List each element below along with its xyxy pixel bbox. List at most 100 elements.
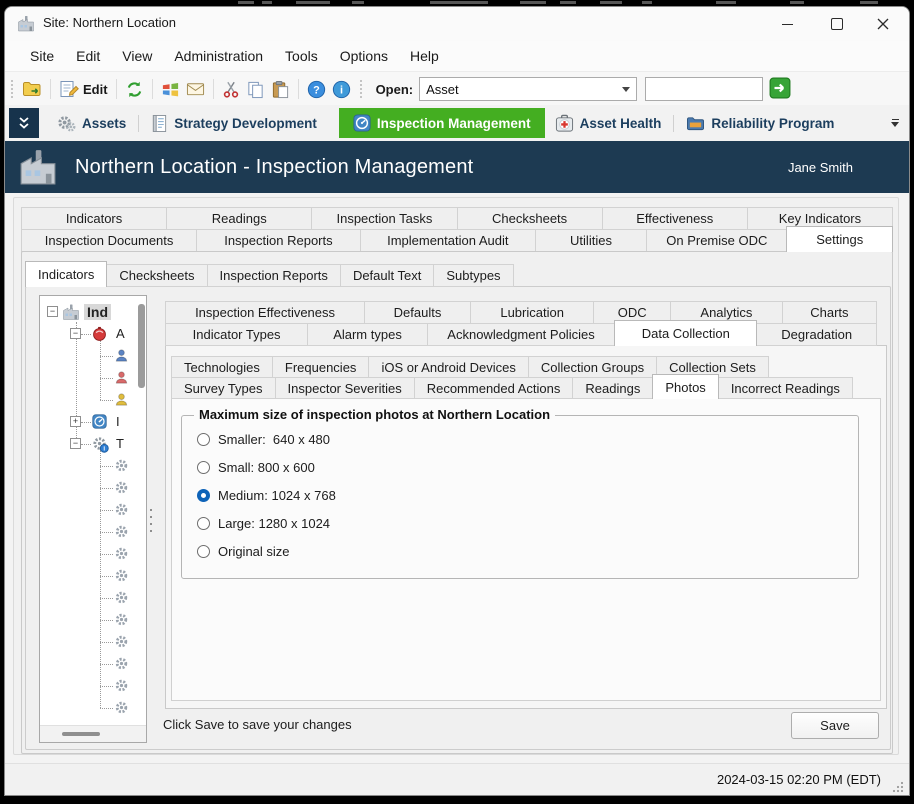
send-icon[interactable] xyxy=(183,79,208,99)
tab-indicator-types[interactable]: Indicator Types xyxy=(165,323,308,346)
tree-item[interactable] xyxy=(40,544,146,564)
tab-collection-groups[interactable]: Collection Groups xyxy=(528,356,657,378)
tab-inspection-effectiveness[interactable]: Inspection Effectiveness xyxy=(165,301,365,324)
open-type-select[interactable]: Asset xyxy=(419,77,637,101)
info-icon[interactable]: i xyxy=(329,78,354,101)
refresh-icon[interactable] xyxy=(122,78,147,101)
tab-inspection-reports[interactable]: Inspection Reports xyxy=(207,264,341,287)
tree-item[interactable] xyxy=(40,500,146,520)
tree-item[interactable]: −A xyxy=(40,324,146,344)
tab-charts[interactable]: Charts xyxy=(782,301,877,324)
radio-icon[interactable] xyxy=(197,517,210,530)
tree-item[interactable]: −iT xyxy=(40,434,146,454)
tabbar-overflow-button[interactable] xyxy=(891,119,899,127)
tab-lubrication[interactable]: Lubrication xyxy=(470,301,594,324)
collapse-chevrons-icon[interactable] xyxy=(9,108,39,138)
radio-option-smaller-640-x-480[interactable]: Smaller: 640 x 480 xyxy=(197,430,330,448)
tab-readings[interactable]: Readings xyxy=(166,207,312,230)
minimize-button[interactable] xyxy=(765,7,809,41)
tab-acknowledgment-policies[interactable]: Acknowledgment Policies xyxy=(427,323,615,346)
tab-utilities[interactable]: Utilities xyxy=(535,229,647,252)
tree-item[interactable]: −Ind xyxy=(40,302,146,322)
radio-option-small-800-x-600[interactable]: Small: 800 x 600 xyxy=(197,458,315,476)
tree-vscrollbar-thumb[interactable] xyxy=(138,304,145,388)
tab-inspector-severities[interactable]: Inspector Severities xyxy=(275,377,415,399)
tab-degradation[interactable]: Degradation xyxy=(756,323,877,346)
radio-icon[interactable] xyxy=(197,461,210,474)
resize-grip-icon[interactable] xyxy=(892,781,904,793)
menu-view[interactable]: View xyxy=(111,44,163,68)
tree-item[interactable] xyxy=(40,368,146,388)
tab-alarm-types[interactable]: Alarm types xyxy=(307,323,428,346)
collapse-box-icon[interactable]: − xyxy=(70,328,81,339)
windows-icon[interactable] xyxy=(158,78,183,101)
tab-readings[interactable]: Readings xyxy=(572,377,653,399)
tab-defaults[interactable]: Defaults xyxy=(364,301,471,324)
tab-on-premise-odc[interactable]: On Premise ODC xyxy=(646,229,787,252)
save-button[interactable]: Save xyxy=(791,712,879,739)
tab-ios-or-android-devices[interactable]: iOS or Android Devices xyxy=(368,356,528,378)
module-tab-asset-health[interactable]: Asset Health xyxy=(545,108,672,138)
go-button[interactable] xyxy=(769,77,793,101)
tab-default-text[interactable]: Default Text xyxy=(340,264,434,287)
menu-administration[interactable]: Administration xyxy=(163,44,274,68)
tab-survey-types[interactable]: Survey Types xyxy=(171,377,276,399)
edit-button[interactable]: Edit xyxy=(56,77,111,101)
tab-photos[interactable]: Photos xyxy=(652,374,718,399)
menu-site[interactable]: Site xyxy=(19,44,65,68)
close-button[interactable] xyxy=(861,7,905,41)
tab-data-collection[interactable]: Data Collection xyxy=(614,320,757,346)
toolbar-grip[interactable] xyxy=(360,80,362,98)
radio-icon[interactable] xyxy=(197,545,210,558)
tab-settings[interactable]: Settings xyxy=(786,226,893,252)
module-tab-reliability-program[interactable]: Reliability Program xyxy=(676,108,844,138)
tab-subtypes[interactable]: Subtypes xyxy=(433,264,513,287)
cut-icon[interactable] xyxy=(219,78,243,101)
expand-box-icon[interactable]: + xyxy=(70,416,81,427)
tree-item[interactable] xyxy=(40,522,146,542)
radio-option-medium-1024-x-768[interactable]: Medium: 1024 x 768 xyxy=(197,486,336,504)
menu-help[interactable]: Help xyxy=(399,44,450,68)
menu-options[interactable]: Options xyxy=(329,44,399,68)
copy-icon[interactable] xyxy=(243,78,268,101)
tree-item[interactable] xyxy=(40,566,146,586)
tree-item[interactable] xyxy=(40,390,146,410)
tab-technologies[interactable]: Technologies xyxy=(171,356,273,378)
tree-item[interactable] xyxy=(40,698,146,718)
paste-icon[interactable] xyxy=(268,78,293,101)
tab-checksheets[interactable]: Checksheets xyxy=(106,264,207,287)
tree-item[interactable]: +I xyxy=(40,412,146,432)
module-tab-assets[interactable]: Assets xyxy=(47,108,136,138)
module-tab-inspection-management[interactable]: Inspection Management xyxy=(339,108,545,138)
tree-item[interactable] xyxy=(40,632,146,652)
radio-icon[interactable] xyxy=(197,433,210,446)
tree-item[interactable] xyxy=(40,346,146,366)
tree-item[interactable] xyxy=(40,456,146,476)
tree-item[interactable] xyxy=(40,676,146,696)
toolbar-grip[interactable] xyxy=(11,80,13,98)
module-tab-strategy-development[interactable]: Strategy Development xyxy=(141,108,327,138)
tab-frequencies[interactable]: Frequencies xyxy=(272,356,370,378)
tab-inspection-reports[interactable]: Inspection Reports xyxy=(196,229,361,252)
radio-selected-icon[interactable] xyxy=(197,489,210,502)
menu-edit[interactable]: Edit xyxy=(65,44,111,68)
maximize-button[interactable] xyxy=(815,7,859,41)
quick-open-input[interactable] xyxy=(645,77,763,101)
help-icon[interactable]: ? xyxy=(304,78,329,101)
tree-hscrollbar[interactable] xyxy=(40,725,146,742)
tab-incorrect-readings[interactable]: Incorrect Readings xyxy=(718,377,853,399)
menu-tools[interactable]: Tools xyxy=(274,44,329,68)
tree-item[interactable] xyxy=(40,610,146,630)
collapse-box-icon[interactable]: − xyxy=(47,306,58,317)
tab-effectiveness[interactable]: Effectiveness xyxy=(602,207,748,230)
collapse-box-icon[interactable]: − xyxy=(70,438,81,449)
tab-inspection-tasks[interactable]: Inspection Tasks xyxy=(311,207,457,230)
tree-item[interactable] xyxy=(40,654,146,674)
radio-option-large-1280-x-1024[interactable]: Large: 1280 x 1024 xyxy=(197,514,330,532)
tab-indicators[interactable]: Indicators xyxy=(21,207,167,230)
open-folder-icon[interactable] xyxy=(19,78,45,100)
tree-item[interactable] xyxy=(40,588,146,608)
splitter-handle[interactable] xyxy=(148,503,153,537)
radio-option-original-size[interactable]: Original size xyxy=(197,542,290,560)
tree-hscrollbar-thumb[interactable] xyxy=(62,732,100,736)
